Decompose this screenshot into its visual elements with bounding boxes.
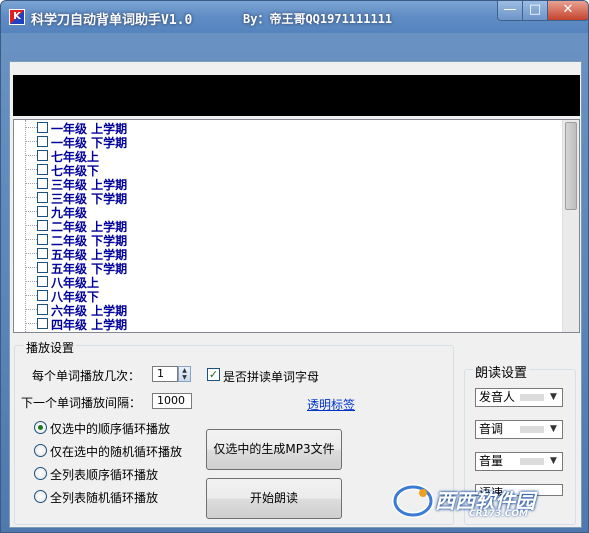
tree-connector xyxy=(25,155,37,156)
tree-item-checkbox[interactable] xyxy=(37,164,48,175)
tree-item[interactable]: 一年级 上学期 xyxy=(14,121,554,136)
scrollbar-thumb[interactable] xyxy=(565,122,577,210)
tree-item[interactable]: 九年级 xyxy=(14,205,554,220)
chevron-down-icon[interactable]: ▼ xyxy=(545,389,562,406)
tree-connector xyxy=(25,295,37,296)
tree-item[interactable]: 四年级 上学期 xyxy=(14,317,554,332)
tree-item-checkbox[interactable] xyxy=(37,192,48,203)
tree-item[interactable]: 五年级 下学期 xyxy=(14,261,554,276)
play-times-spinner[interactable]: ▲ ▼ xyxy=(178,366,191,382)
play-interval-input[interactable]: 1000 xyxy=(152,393,192,409)
tree-item-checkbox[interactable] xyxy=(37,136,48,147)
tree-item-checkbox[interactable] xyxy=(37,234,48,245)
client-area: 一年级 上学期 一年级 下学期 七年级上 七年级下 三年级 上学期 三年级 下学期 九年级二… xyxy=(9,61,582,528)
tree-connector xyxy=(25,141,37,142)
tree-item[interactable]: 七年级下 xyxy=(14,163,554,178)
tree-connector xyxy=(25,127,37,128)
tree-item[interactable]: 三年级 下学期 xyxy=(14,191,554,206)
volume-select[interactable]: 音量 ▼ xyxy=(475,452,563,471)
play-mode-radio[interactable] xyxy=(34,421,47,434)
word-display-panel xyxy=(13,75,580,116)
tree-item-checkbox[interactable] xyxy=(37,290,48,301)
tree-item[interactable]: 二年级 上学期 xyxy=(14,219,554,234)
tree-connector xyxy=(25,309,37,310)
author-credit: By：帝王哥QQ1971111111 xyxy=(243,12,393,26)
play-interval-label: 下一个单词播放间隔： xyxy=(21,396,142,410)
close-button[interactable]: ✕ xyxy=(547,1,588,21)
tree-item-checkbox[interactable] xyxy=(37,276,48,287)
play-mode-label: 全列表随机循环播放 xyxy=(50,491,159,505)
tree-connector xyxy=(25,239,37,240)
tree-item-checkbox[interactable] xyxy=(37,304,48,315)
site-watermark: 西西软件园 CR173.COM xyxy=(391,483,571,523)
maximize-button[interactable]: □ xyxy=(522,1,548,21)
transparent-label-link[interactable]: 透明标签 xyxy=(307,396,355,413)
tree-item[interactable]: 七年级上 xyxy=(14,149,554,164)
reading-settings-title: 朗读设置 xyxy=(473,362,530,381)
tree-item-checkbox[interactable] xyxy=(37,248,48,259)
spell-letters-checkbox[interactable]: ✓ xyxy=(207,368,220,381)
tree-item[interactable]: 五年级 上学期 xyxy=(14,247,554,262)
playback-settings-title: 播放设置 xyxy=(24,339,77,356)
tree-item[interactable]: 四年级 下学期 xyxy=(14,330,554,333)
generate-mp3-button[interactable]: 仅选中的生成MP3文件 xyxy=(206,429,342,470)
play-mode-radio[interactable] xyxy=(34,444,47,457)
grade-tree[interactable]: 一年级 上学期 一年级 下学期 七年级上 七年级下 三年级 上学期 三年级 下学期 九年级二… xyxy=(13,119,580,333)
spin-up-icon[interactable]: ▲ xyxy=(179,367,190,374)
play-mode-radio[interactable] xyxy=(34,467,47,480)
slider-shade xyxy=(520,458,544,465)
tree-item-checkbox[interactable] xyxy=(37,262,48,273)
tree-item[interactable]: 八年级下 xyxy=(14,289,554,304)
tree-connector xyxy=(25,225,37,226)
app-window: K 科学刀自动背单词助手V1.0 By：帝王哥QQ1971111111 — □ … xyxy=(0,0,589,533)
play-times-input[interactable]: 1 xyxy=(152,366,178,382)
tree-item[interactable]: 一年级 下学期 xyxy=(14,135,554,150)
tree-connector xyxy=(25,323,37,324)
tree-item-checkbox[interactable] xyxy=(37,206,48,217)
tree-item[interactable]: 三年级 上学期 xyxy=(14,177,554,192)
tree-connector xyxy=(25,197,37,198)
chevron-down-icon[interactable]: ▼ xyxy=(545,421,562,438)
watermark-logo-icon xyxy=(392,484,434,518)
start-reading-button[interactable]: 开始朗读 xyxy=(206,478,342,519)
spin-down-icon[interactable]: ▼ xyxy=(179,374,190,381)
minimize-button[interactable]: — xyxy=(497,1,523,21)
tree-connector xyxy=(25,267,37,268)
tree-connector xyxy=(25,183,37,184)
play-mode-label: 仅在选中的随机循环播放 xyxy=(50,445,183,459)
spell-letters-label: 是否拼读单词字母 xyxy=(223,370,320,384)
play-mode-label: 仅选中的顺序循环播放 xyxy=(50,422,171,436)
tree-connector xyxy=(25,211,37,212)
window-title: 科学刀自动背单词助手V1.0 xyxy=(31,13,193,28)
tree-scrollbar[interactable] xyxy=(562,120,579,332)
tree-connector xyxy=(25,169,37,170)
slider-shade xyxy=(520,394,544,401)
title-bar[interactable]: K 科学刀自动背单词助手V1.0 By：帝王哥QQ1971111111 — □ … xyxy=(1,1,588,33)
tree-item-checkbox[interactable] xyxy=(37,332,48,333)
play-times-label: 每个单词播放几次： xyxy=(32,369,141,383)
tree-item-checkbox[interactable] xyxy=(37,318,48,329)
tree-item-checkbox[interactable] xyxy=(37,220,48,231)
play-mode-label: 全列表顺序循环播放 xyxy=(50,468,159,482)
tree-item[interactable]: 二年级 下学期 xyxy=(14,233,554,248)
speaker-select[interactable]: 发音人 ▼ xyxy=(475,388,563,407)
tree-item[interactable]: 八年级上 xyxy=(14,275,554,290)
tree-item-checkbox[interactable] xyxy=(37,178,48,189)
tree-item-checkbox[interactable] xyxy=(37,122,48,133)
tree-item-checkbox[interactable] xyxy=(37,150,48,161)
watermark-url: CR173.COM xyxy=(469,509,528,519)
slider-shade xyxy=(520,426,544,433)
tree-item-label: 四年级 下学期 xyxy=(51,330,127,332)
chevron-down-icon[interactable]: ▼ xyxy=(545,453,562,470)
tree-item[interactable]: 六年级 上学期 xyxy=(14,303,554,318)
tone-select[interactable]: 音调 ▼ xyxy=(475,420,563,439)
tree-connector xyxy=(25,281,37,282)
app-icon: K xyxy=(9,9,25,25)
play-mode-radio[interactable] xyxy=(34,490,47,503)
tree-connector xyxy=(25,253,37,254)
